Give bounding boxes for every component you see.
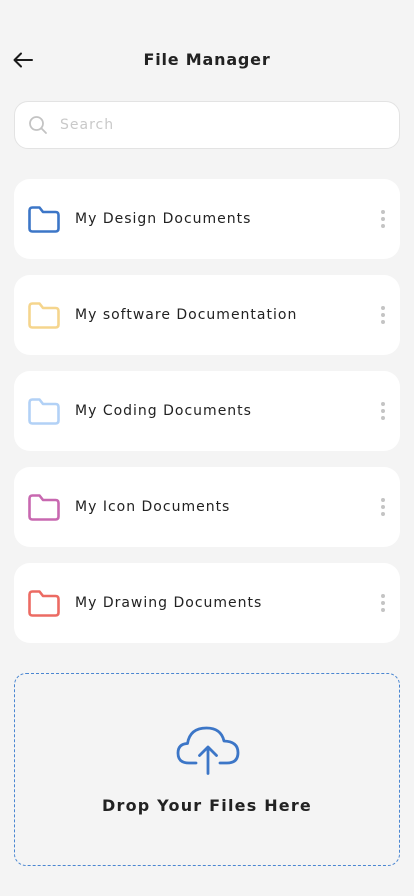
more-vertical-icon <box>381 498 385 516</box>
more-vertical-icon <box>381 210 385 228</box>
folder-label: My Design Documents <box>75 211 252 227</box>
more-vertical-icon <box>381 306 385 324</box>
folder-icon <box>28 302 60 329</box>
more-options-button[interactable] <box>375 206 391 232</box>
search-bar[interactable] <box>14 101 400 149</box>
folder-icon <box>28 590 60 617</box>
file-manager-screen: File Manager My Design Documents My soft <box>0 0 414 896</box>
folder-item-design-documents[interactable]: My Design Documents <box>14 179 400 259</box>
more-options-button[interactable] <box>375 494 391 520</box>
folder-item-drawing-documents[interactable]: My Drawing Documents <box>14 563 400 643</box>
folder-label: My Icon Documents <box>75 499 231 515</box>
folder-list: My Design Documents My software Document… <box>14 179 400 659</box>
more-vertical-icon <box>381 594 385 612</box>
dropzone-label: Drop Your Files Here <box>102 796 312 815</box>
folder-label: My Drawing Documents <box>75 595 263 611</box>
page-title: File Manager <box>143 50 271 69</box>
file-dropzone[interactable]: Drop Your Files Here <box>14 673 400 866</box>
more-options-button[interactable] <box>375 302 391 328</box>
folder-icon <box>28 398 60 425</box>
more-options-button[interactable] <box>375 590 391 616</box>
folder-item-coding-documents[interactable]: My Coding Documents <box>14 371 400 451</box>
more-options-button[interactable] <box>375 398 391 424</box>
search-icon <box>29 116 47 134</box>
header: File Manager <box>0 40 414 80</box>
folder-icon <box>28 494 60 521</box>
folder-item-icon-documents[interactable]: My Icon Documents <box>14 467 400 547</box>
folder-label: My Coding Documents <box>75 403 252 419</box>
cloud-upload-icon <box>176 726 240 775</box>
search-input[interactable] <box>60 105 399 145</box>
folder-label: My software Documentation <box>75 307 298 323</box>
folder-item-software-documentation[interactable]: My software Documentation <box>14 275 400 355</box>
folder-icon <box>28 206 60 233</box>
more-vertical-icon <box>381 402 385 420</box>
